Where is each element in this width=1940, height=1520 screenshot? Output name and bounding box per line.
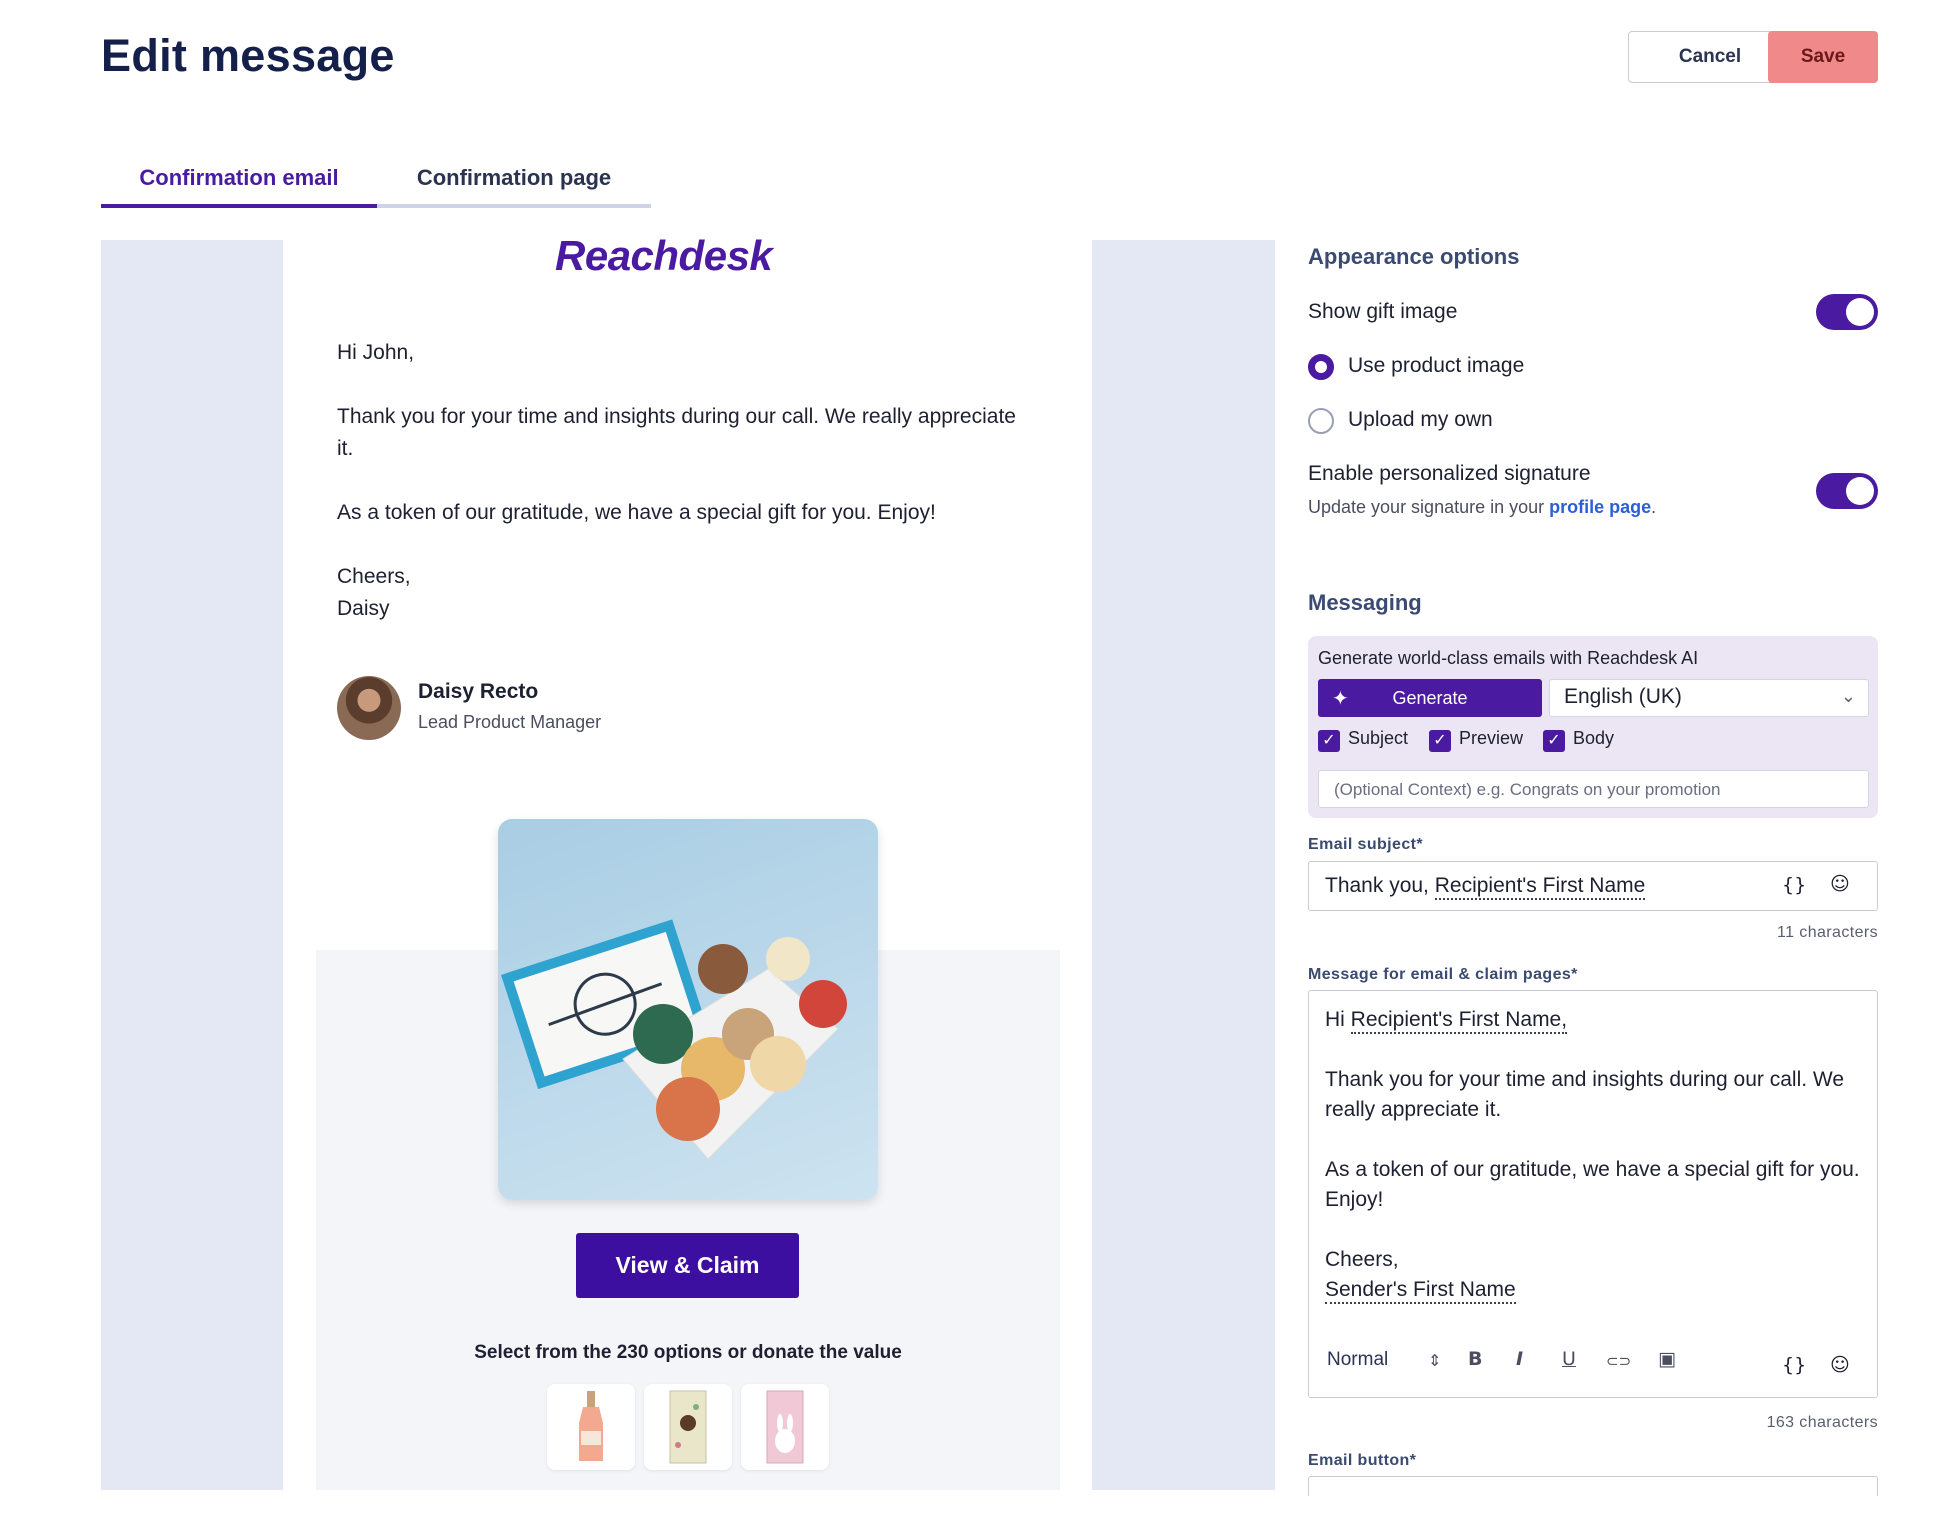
variable-icon[interactable]: {} [1782,874,1806,896]
view-claim-button[interactable]: View & Claim [576,1233,799,1298]
preview-checkbox-label[interactable]: Preview [1459,728,1523,749]
underline-icon[interactable]: U [1562,1348,1576,1370]
gift-option-thumbnail[interactable] [547,1384,635,1470]
gift-options-text: Select from the 230 options or donate th… [474,1342,902,1363]
tab-confirmation-email[interactable]: Confirmation email [101,158,377,208]
toggle-knob [1846,298,1874,326]
upload-my-own-radio[interactable] [1308,408,1334,434]
signature-name: Daisy Recto [418,680,539,703]
gift-option-thumbnail[interactable] [741,1384,829,1470]
message-greeting: Hi Recipient's First Name, [1325,1005,1865,1035]
use-product-image-radio[interactable] [1308,354,1334,380]
text-style-select[interactable]: Normal [1327,1349,1388,1371]
gift-product-image [498,819,878,1200]
italic-icon[interactable]: I [1516,1348,1523,1370]
link-icon[interactable]: ⊂⊃ [1606,1352,1631,1370]
email-button-input[interactable] [1308,1476,1878,1496]
language-select[interactable]: English (UK) ⌄ [1549,679,1869,717]
ai-generate-title: Generate world-class emails with Reachde… [1318,648,1699,668]
body-checkbox-label[interactable]: Body [1573,728,1614,749]
cookie-box-illustration [501,919,847,1160]
email-preview-body: Hi John, Thank you for your time and ins… [337,337,1017,625]
updown-icon[interactable]: ⇕ [1428,1351,1441,1370]
image-icon[interactable]: ▣ [1658,1348,1676,1370]
helper-suffix: . [1651,497,1657,517]
messaging-title: Messaging [1308,590,1422,615]
emoji-icon[interactable]: ☺ [1830,1354,1850,1376]
champagne-bottle-icon [579,1391,603,1461]
profile-page-link[interactable]: profile page [1549,497,1651,517]
recipient-variable-token[interactable]: Recipient's First Name, [1350,1008,1568,1034]
tab-bar: Confirmation email Confirmation page [101,158,651,208]
subject-prefix: Thank you, [1325,874,1435,897]
subject-checkbox-label[interactable]: Subject [1348,728,1408,749]
email-button-label: Email button* [1308,1452,1417,1469]
message-greeting-prefix: Hi [1325,1008,1351,1031]
signature-title: Lead Product Manager [418,712,602,732]
sender-variable-token[interactable]: Sender's First Name [1325,1278,1516,1304]
show-gift-image-toggle[interactable] [1816,294,1878,330]
preview-paragraph-1: Thank you for your time and insights dur… [337,405,1016,460]
generate-button[interactable]: ✦ Generate [1318,679,1542,717]
optional-context-input[interactable]: (Optional Context) e.g. Congrats on your… [1318,770,1869,808]
preview-paragraph-2: As a token of our gratitude, we have a s… [337,501,936,524]
bunny-chocolate-icon [766,1390,804,1464]
chocolate-bar-icon [669,1390,707,1464]
variable-icon[interactable]: {} [1782,1354,1806,1376]
gift-option-thumbnail[interactable] [644,1384,732,1470]
page-title: Edit message [101,30,395,81]
show-gift-image-label: Show gift image [1308,300,1458,323]
bold-icon[interactable]: B [1468,1348,1482,1370]
avatar [337,676,401,740]
preview-greeting: Hi John, [337,341,415,364]
preview-closing-name: Daisy [337,597,390,620]
helper-prefix: Update your signature in your [1308,497,1550,517]
subject-checkbox[interactable]: ✓ [1318,730,1340,752]
signature-helper-text: Update your signature in your profile pa… [1308,497,1656,518]
upload-my-own-label[interactable]: Upload my own [1348,408,1493,432]
personalized-signature-toggle[interactable] [1816,473,1878,509]
reachdesk-logo: Reachdesk [555,232,773,279]
message-editor-content[interactable]: Hi Recipient's First Name, Thank you for… [1325,1005,1865,1305]
language-value: English (UK) [1564,685,1682,708]
message-closing: Cheers, [1325,1248,1399,1271]
body-checkbox[interactable]: ✓ [1543,730,1565,752]
tab-confirmation-page[interactable]: Confirmation page [377,158,651,208]
chevron-down-icon: ⌄ [1840,686,1856,706]
subject-variable-token[interactable]: Recipient's First Name [1434,874,1646,900]
appearance-options-title: Appearance options [1308,244,1520,269]
message-character-count: 163 characters [1766,1414,1878,1431]
toggle-knob [1846,477,1874,505]
subject-character-count: 11 characters [1777,924,1878,941]
emoji-icon[interactable]: ☺ [1830,873,1850,895]
preview-closing: Cheers, [337,565,411,588]
save-button[interactable]: Save [1768,31,1878,83]
generate-label: Generate [1392,687,1468,708]
personalized-signature-label: Enable personalized signature [1308,462,1591,485]
message-paragraph-1: Thank you for your time and insights dur… [1325,1068,1845,1121]
preview-checkbox[interactable]: ✓ [1429,730,1451,752]
message-paragraph-2: As a token of our gratitude, we have a s… [1325,1158,1860,1211]
use-product-image-label[interactable]: Use product image [1348,354,1524,378]
sparkle-icon: ✦ [1332,688,1349,710]
message-sender: Sender's First Name [1325,1275,1865,1305]
message-label: Message for email & claim pages* [1308,966,1578,983]
email-subject-label: Email subject* [1308,836,1423,853]
